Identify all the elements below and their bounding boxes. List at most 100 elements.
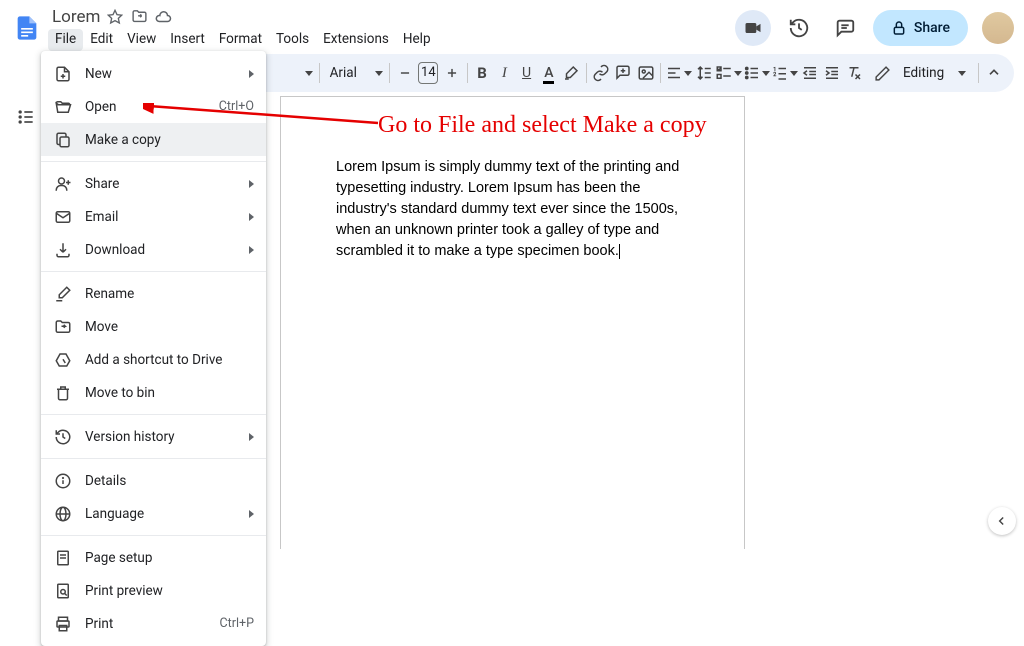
print-icon <box>53 614 73 634</box>
font-size-input[interactable]: 14 <box>418 62 438 84</box>
mode-select[interactable]: Editing <box>866 59 974 87</box>
meet-button[interactable] <box>735 10 771 46</box>
share-label: Share <box>914 20 950 36</box>
person-plus-icon <box>53 174 73 194</box>
app-header: Lorem File Edit View Insert Format Tools… <box>0 0 1024 50</box>
file-menu-move[interactable]: Move <box>41 310 266 343</box>
highlight-button[interactable] <box>560 59 581 87</box>
bulleted-list-button[interactable] <box>743 59 770 87</box>
menu-item-label: New <box>85 66 237 82</box>
mail-icon <box>53 207 73 227</box>
share-button[interactable]: Share <box>873 10 968 46</box>
file-menu-move-to-bin[interactable]: Move to bin <box>41 376 266 409</box>
document-title[interactable]: Lorem <box>48 7 100 27</box>
menu-item-label: Make a copy <box>85 132 254 148</box>
checklist-button[interactable] <box>715 59 742 87</box>
text-color-button[interactable]: A <box>538 59 559 87</box>
lock-icon <box>891 20 907 36</box>
document-page[interactable]: Lorem Ipsum is simply dummy text of the … <box>280 96 745 549</box>
menu-format[interactable]: Format <box>212 29 269 51</box>
comments-button[interactable] <box>827 10 863 46</box>
font-size-decrease[interactable] <box>394 59 415 87</box>
file-menu-print[interactable]: PrintCtrl+P <box>41 607 266 640</box>
submenu-arrow-icon <box>249 246 254 254</box>
submenu-arrow-icon <box>249 180 254 188</box>
submenu-arrow-icon <box>249 70 254 78</box>
document-outline-button[interactable] <box>12 103 40 131</box>
submenu-arrow-icon <box>249 213 254 221</box>
file-menu-add-a-shortcut-to-drive[interactable]: Add a shortcut to Drive <box>41 343 266 376</box>
file-menu-share[interactable]: Share <box>41 167 266 200</box>
file-menu-open[interactable]: OpenCtrl+O <box>41 90 266 123</box>
font-size-increase[interactable] <box>441 59 462 87</box>
file-menu-version-history[interactable]: Version history <box>41 420 266 453</box>
clear-formatting-button[interactable] <box>844 59 865 87</box>
drive-shortcut-icon <box>53 350 73 370</box>
file-menu-make-a-copy[interactable]: Make a copy <box>41 123 266 156</box>
submenu-arrow-icon <box>249 433 254 441</box>
comment-button[interactable] <box>613 59 634 87</box>
trash-icon <box>53 383 73 403</box>
menu-item-label: Version history <box>85 429 237 445</box>
file-menu-print-preview[interactable]: Print preview <box>41 574 266 607</box>
pencil-icon <box>874 65 891 82</box>
annotation-text: Go to File and select Make a copy <box>378 112 878 139</box>
font-select[interactable]: Arial <box>324 60 386 86</box>
file-menu-page-setup[interactable]: Page setup <box>41 541 266 574</box>
italic-button[interactable]: I <box>494 59 515 87</box>
cloud-status-icon[interactable] <box>154 8 172 26</box>
menu-item-label: Move <box>85 319 254 335</box>
menu-item-label: Page setup <box>85 550 254 566</box>
print-preview-icon <box>53 581 73 601</box>
menu-item-label: Rename <box>85 286 254 302</box>
link-button[interactable] <box>590 59 611 87</box>
star-icon[interactable] <box>106 8 124 26</box>
file-menu-download[interactable]: Download <box>41 233 266 266</box>
align-button[interactable] <box>665 59 692 87</box>
underline-button[interactable]: U <box>516 59 537 87</box>
menu-item-label: Email <box>85 209 237 225</box>
menu-item-label: Share <box>85 176 237 192</box>
side-panel-toggle[interactable] <box>988 507 1016 535</box>
expand-button[interactable] <box>983 59 1004 87</box>
menu-item-label: Add a shortcut to Drive <box>85 352 254 368</box>
image-button[interactable] <box>635 59 656 87</box>
menu-item-label: Print <box>85 616 208 632</box>
bold-button[interactable]: B <box>471 59 492 87</box>
account-avatar[interactable] <box>982 12 1014 44</box>
menu-item-label: Move to bin <box>85 385 254 401</box>
menu-edit[interactable]: Edit <box>83 29 120 51</box>
file-menu-email[interactable]: Email <box>41 200 266 233</box>
menu-help[interactable]: Help <box>396 29 438 51</box>
numbered-list-button[interactable]: 12 <box>771 59 798 87</box>
line-spacing-button[interactable] <box>693 59 714 87</box>
menu-file[interactable]: File <box>48 29 83 51</box>
file-menu-new[interactable]: New <box>41 57 266 90</box>
menubar: File Edit View Insert Format Tools Exten… <box>48 29 735 51</box>
menu-item-label: Details <box>85 473 254 489</box>
file-menu-details[interactable]: Details <box>41 464 266 497</box>
copy-icon <box>53 130 73 150</box>
globe-icon <box>53 504 73 524</box>
move-folder-icon <box>53 317 73 337</box>
menu-item-label: Open <box>85 99 207 115</box>
menu-view[interactable]: View <box>120 29 163 51</box>
menu-tools[interactable]: Tools <box>269 29 316 51</box>
submenu-arrow-icon <box>249 510 254 518</box>
file-menu-language[interactable]: Language <box>41 497 266 530</box>
document-body[interactable]: Lorem Ipsum is simply dummy text of the … <box>336 157 689 262</box>
rename-icon <box>53 284 73 304</box>
indent-increase-button[interactable] <box>822 59 843 87</box>
file-menu-dropdown: New OpenCtrl+O Make a copy Share Email Downlo… <box>41 51 266 646</box>
svg-text:2: 2 <box>774 72 777 78</box>
file-menu-rename[interactable]: Rename <box>41 277 266 310</box>
folder-open-icon <box>53 97 73 117</box>
page-setup-icon <box>53 548 73 568</box>
menu-item-label: Language <box>85 506 237 522</box>
move-to-folder-icon[interactable] <box>130 8 148 26</box>
menu-insert[interactable]: Insert <box>163 29 212 51</box>
history-button[interactable] <box>781 10 817 46</box>
indent-decrease-button[interactable] <box>799 59 820 87</box>
menu-extensions[interactable]: Extensions <box>316 29 396 51</box>
docs-logo[interactable] <box>10 11 44 45</box>
